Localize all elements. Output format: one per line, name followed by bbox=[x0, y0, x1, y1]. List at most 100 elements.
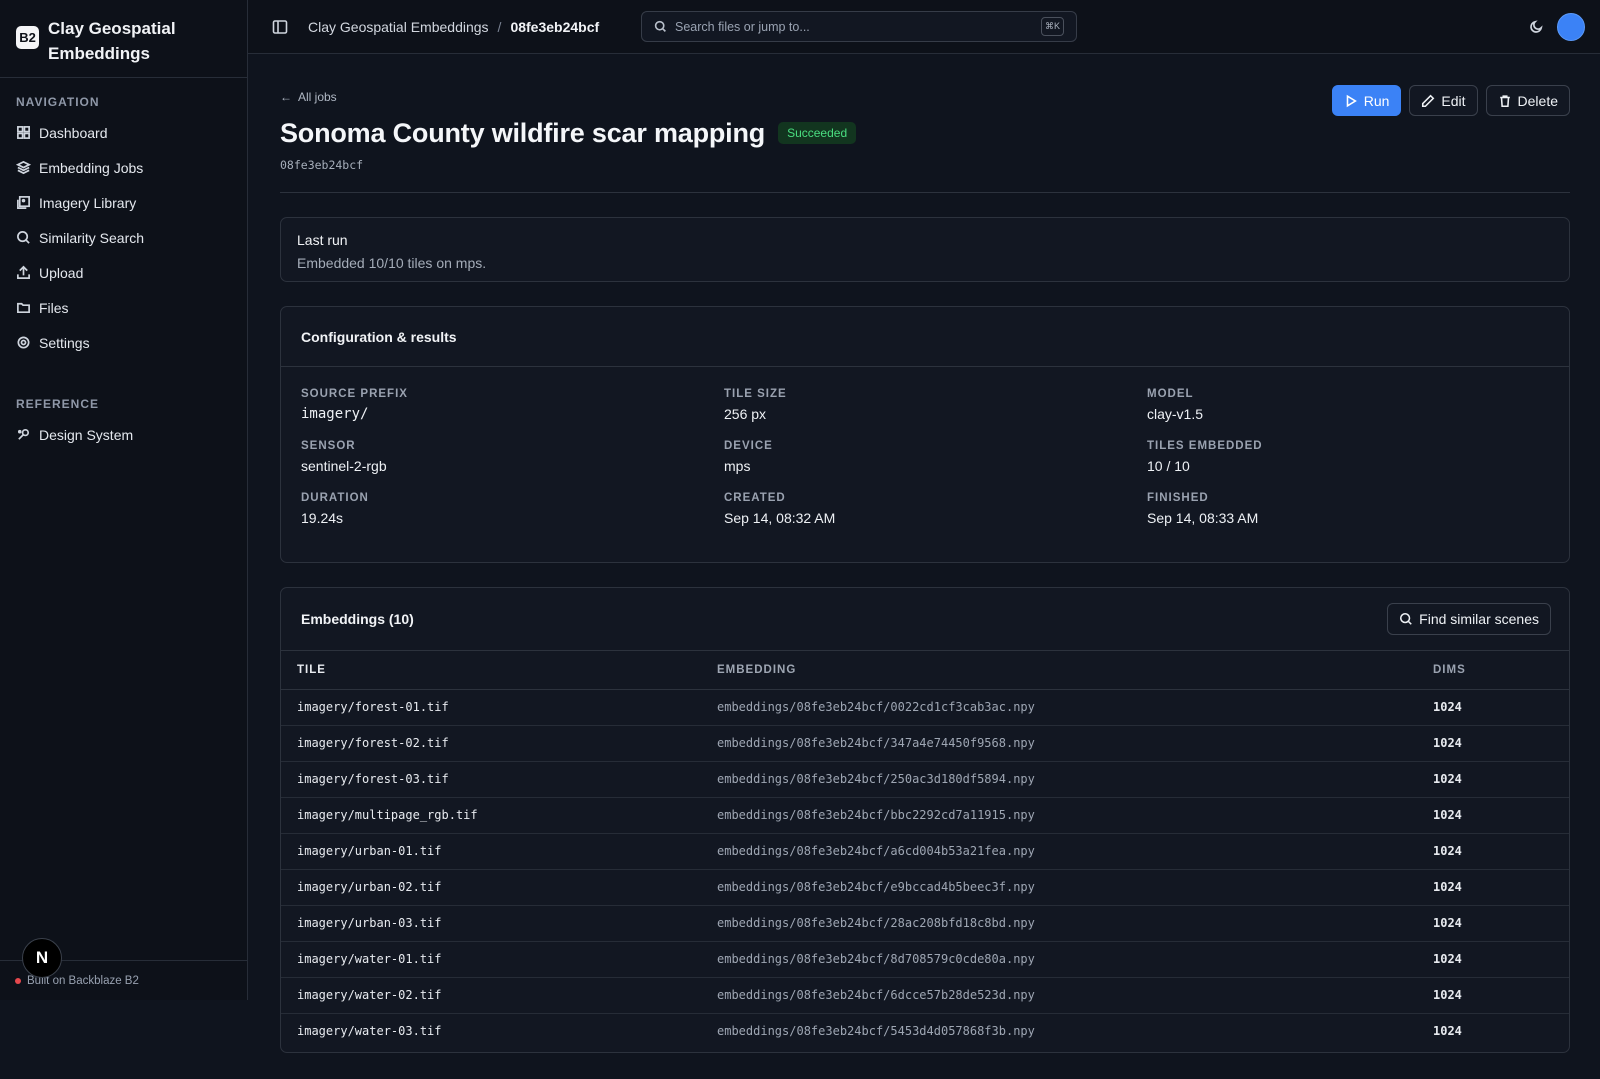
field-value: Sep 14, 08:32 AM bbox=[724, 510, 836, 526]
field-value: Sep 14, 08:33 AM bbox=[1147, 510, 1259, 526]
embedding-cell: embeddings/08fe3eb24bcf/bbc2292cd7a11915… bbox=[717, 797, 1433, 834]
layers-icon bbox=[16, 160, 31, 175]
sidebar-item-similarity-search[interactable]: Similarity Search bbox=[16, 220, 231, 255]
dims-cell: 1024 bbox=[1433, 797, 1569, 834]
main-content: ← All jobs Sonoma County wildfire scar m… bbox=[280, 54, 1570, 1053]
n-badge[interactable]: N bbox=[22, 938, 62, 978]
reference-section-label: REFERENCE bbox=[16, 397, 100, 411]
palette-icon bbox=[17, 428, 30, 440]
status-badge: Succeeded bbox=[778, 122, 857, 144]
nav-section-label: NAVIGATION bbox=[16, 95, 100, 109]
moon-icon[interactable] bbox=[1529, 19, 1544, 34]
column-header-embedding[interactable]: EMBEDDING bbox=[717, 651, 1433, 690]
last-run-heading: Last run bbox=[297, 232, 348, 248]
column-header-tile[interactable]: TILE bbox=[281, 651, 717, 690]
sidebar-item-label: Upload bbox=[39, 264, 84, 281]
embedding-cell: embeddings/08fe3eb24bcf/6dcce57b28de523d… bbox=[717, 977, 1433, 1014]
breadcrumb-separator: / bbox=[497, 18, 502, 35]
sidebar-toggle-icon[interactable] bbox=[272, 19, 288, 35]
brand[interactable]: B2 Clay Geospatial Embeddings bbox=[0, 0, 247, 78]
edit-button[interactable]: Edit bbox=[1409, 85, 1478, 116]
sidebar-item-label: Imagery Library bbox=[39, 194, 137, 211]
avatar[interactable] bbox=[1557, 13, 1585, 41]
field-model: MODEL clay-v1.5 bbox=[1147, 388, 1549, 422]
back-label: All jobs bbox=[298, 90, 337, 104]
config-grid: SOURCE PREFIX imagery/ TILE SIZE 256 px … bbox=[281, 367, 1569, 526]
dims-cell: 1024 bbox=[1433, 905, 1569, 942]
table-row[interactable]: imagery/urban-02.tif embeddings/08fe3eb24… bbox=[281, 869, 1569, 906]
tile-cell: imagery/urban-01.tif bbox=[281, 833, 717, 870]
field-value: 10 / 10 bbox=[1147, 458, 1190, 474]
tile-cell: imagery/forest-01.tif bbox=[281, 689, 717, 726]
field-value: mps bbox=[724, 458, 751, 474]
embedding-cell: embeddings/08fe3eb24bcf/e9bccad4b5beec3f… bbox=[717, 869, 1433, 906]
field-tiles-embedded: TILES EMBEDDED 10 / 10 bbox=[1147, 440, 1549, 474]
config-card: Configuration & results SOURCE PREFIX im… bbox=[280, 306, 1570, 563]
tile-cell: imagery/urban-03.tif bbox=[281, 905, 717, 942]
table-row[interactable]: imagery/water-03.tif embeddings/08fe3eb24… bbox=[281, 1013, 1569, 1049]
sidebar-item-embedding-jobs[interactable]: Embedding Jobs bbox=[16, 150, 231, 185]
dims-cell: 1024 bbox=[1433, 725, 1569, 762]
dims-cell: 1024 bbox=[1433, 869, 1569, 906]
breadcrumb: Clay Geospatial Embeddings / 08fe3eb24bc… bbox=[308, 19, 599, 35]
sidebar-item-label: Design System bbox=[39, 426, 134, 443]
table-row[interactable]: imagery/multipage_rgb.tif embeddings/08fe… bbox=[281, 797, 1569, 834]
sidebar-item-upload[interactable]: Upload bbox=[16, 255, 231, 290]
sidebar-item-label: Embedding Jobs bbox=[39, 159, 144, 176]
sidebar-item-label: Dashboard bbox=[39, 124, 108, 141]
dims-cell: 1024 bbox=[1433, 833, 1569, 870]
field-value: clay-v1.5 bbox=[1147, 406, 1204, 422]
trash-icon bbox=[1499, 94, 1510, 107]
field-key: SENSOR bbox=[301, 440, 356, 452]
embedding-cell: embeddings/08fe3eb24bcf/28ac208bfd18c8bd… bbox=[717, 905, 1433, 942]
table-header-row: TILE EMBEDDING DIMS bbox=[281, 651, 1569, 690]
delete-button[interactable]: Delete bbox=[1485, 85, 1570, 116]
find-similar-label: Find similar scenes bbox=[1419, 611, 1539, 627]
run-button[interactable]: Run bbox=[1331, 85, 1402, 116]
table-row[interactable]: imagery/forest-01.tif embeddings/08fe3eb2… bbox=[281, 689, 1569, 726]
embedding-cell: embeddings/08fe3eb24bcf/8d708579c0cde80a… bbox=[717, 941, 1433, 978]
tile-cell: imagery/forest-02.tif bbox=[281, 725, 717, 762]
sidebar: B2 Clay Geospatial Embeddings NAVIGATION… bbox=[0, 0, 248, 1000]
topbar: Clay Geospatial Embeddings / 08fe3eb24bc… bbox=[248, 0, 1600, 54]
field-duration: DURATION 19.24s bbox=[301, 492, 724, 526]
field-value: sentinel-2-rgb bbox=[301, 458, 387, 474]
dims-cell: 1024 bbox=[1433, 941, 1569, 978]
column-header-dims[interactable]: DIMS bbox=[1433, 651, 1569, 690]
table-row[interactable]: imagery/water-01.tif embeddings/08fe3eb24… bbox=[281, 941, 1569, 978]
field-sensor: SENSOR sentinel-2-rgb bbox=[301, 440, 724, 474]
breadcrumb-current: 08fe3eb24bcf bbox=[510, 18, 600, 35]
field-key: MODEL bbox=[1147, 388, 1194, 400]
sidebar-item-design-system[interactable]: Design System bbox=[16, 417, 231, 452]
search-input[interactable]: Search files or jump to... ⌘K bbox=[641, 11, 1077, 42]
table-row[interactable]: imagery/urban-03.tif embeddings/08fe3eb24… bbox=[281, 905, 1569, 942]
field-key: TILES EMBEDDED bbox=[1147, 440, 1263, 452]
tile-cell: imagery/urban-02.tif bbox=[281, 869, 717, 906]
embeddings-card: Embeddings (10) Find similar scenes TILE… bbox=[280, 587, 1570, 1053]
embeddings-header: Embeddings (10) Find similar scenes bbox=[281, 588, 1569, 651]
field-key: DURATION bbox=[301, 492, 369, 504]
job-id: 08fe3eb24bcf bbox=[280, 158, 364, 172]
sidebar-item-imagery-library[interactable]: Imagery Library bbox=[16, 185, 231, 220]
sidebar-item-label: Files bbox=[39, 299, 69, 316]
last-run-card: Last run Embedded 10/10 tiles on mps. bbox=[280, 217, 1570, 282]
sidebar-item-dashboard[interactable]: Dashboard bbox=[16, 115, 231, 150]
sidebar-item-settings[interactable]: Settings bbox=[16, 325, 231, 360]
field-value: 19.24s bbox=[301, 510, 344, 526]
field-value: 256 px bbox=[724, 406, 767, 422]
play-icon bbox=[1346, 94, 1357, 107]
arrow-left-icon: ← bbox=[280, 90, 292, 104]
delete-label: Delete bbox=[1517, 92, 1558, 109]
sidebar-item-files[interactable]: Files bbox=[16, 290, 231, 325]
table-row[interactable]: imagery/forest-03.tif embeddings/08fe3eb2… bbox=[281, 761, 1569, 798]
table-row[interactable]: imagery/water-02.tif embeddings/08fe3eb24… bbox=[281, 977, 1569, 1014]
upload-icon bbox=[17, 265, 30, 279]
table-row[interactable]: imagery/urban-01.tif embeddings/08fe3eb24… bbox=[281, 833, 1569, 870]
field-tile-size: TILE SIZE 256 px bbox=[724, 388, 1147, 422]
dims-cell: 1024 bbox=[1433, 1024, 1462, 1039]
search-shortcut: ⌘K bbox=[1041, 17, 1064, 36]
field-value: imagery/ bbox=[301, 406, 369, 422]
breadcrumb-parent[interactable]: Clay Geospatial Embeddings bbox=[308, 19, 489, 35]
find-similar-button[interactable]: Find similar scenes bbox=[1387, 603, 1551, 635]
table-row[interactable]: imagery/forest-02.tif embeddings/08fe3eb2… bbox=[281, 725, 1569, 762]
